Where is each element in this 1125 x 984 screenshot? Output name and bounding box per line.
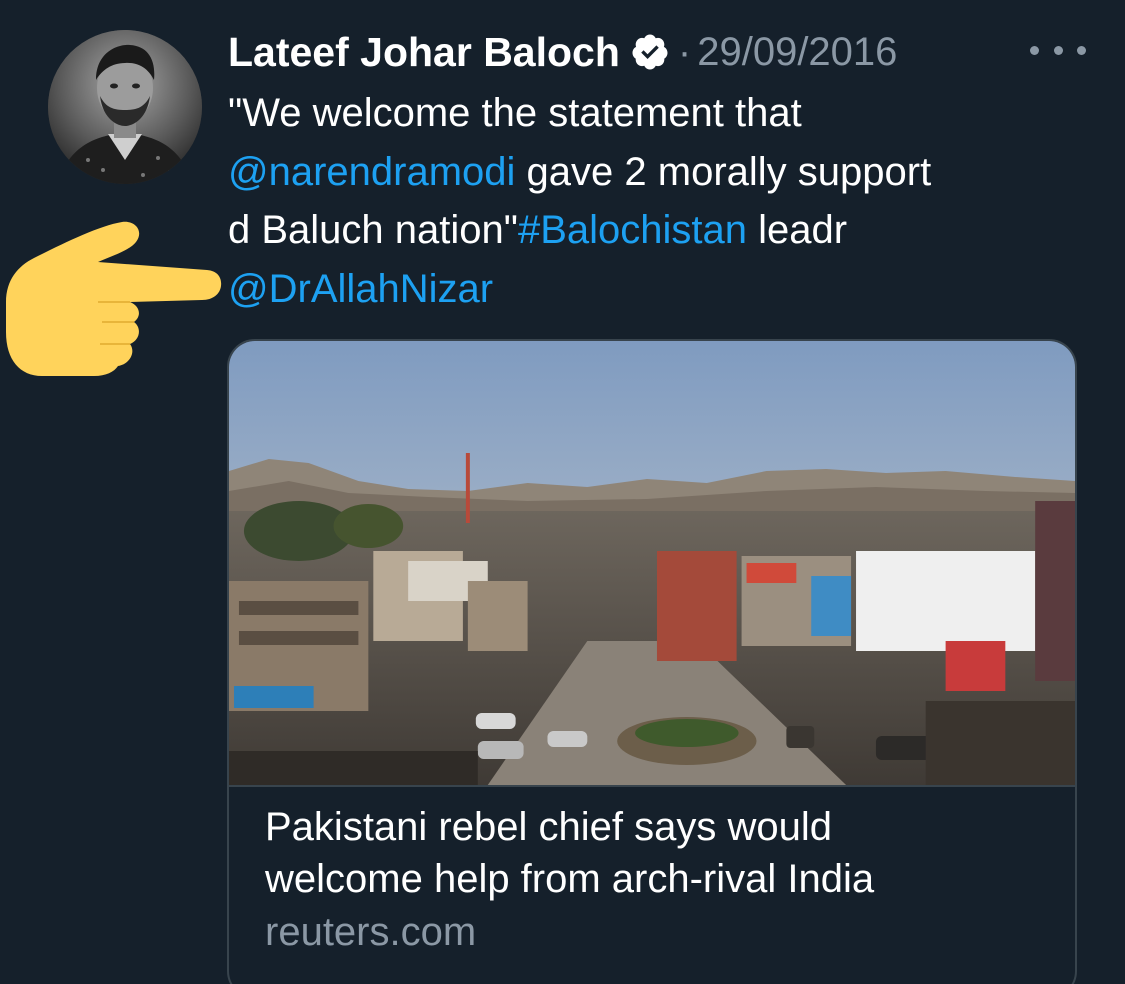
- card-image: [229, 341, 1075, 787]
- tweet-text-segment: "We welcome the statement that: [228, 91, 802, 135]
- tweet-text: "We welcome the statement that @narendra…: [228, 84, 1098, 318]
- more-dot: [1030, 45, 1039, 55]
- pointing-hand-icon: [2, 220, 222, 380]
- card-title: Pakistani rebel chief says would welcome…: [265, 801, 1041, 905]
- tweet-text-segment: d Baluch nation": [228, 208, 518, 252]
- avatar[interactable]: [48, 30, 202, 184]
- hashtag-link[interactable]: #Balochistan: [518, 208, 747, 252]
- more-dot: [1053, 45, 1063, 55]
- mention-link[interactable]: @narendramodi: [228, 150, 515, 194]
- card-title-line: Pakistani rebel chief says would: [265, 805, 832, 849]
- tweet-text-line: @DrAllahNizar: [228, 260, 1098, 319]
- card-domain: reuters.com: [265, 910, 477, 954]
- author-name[interactable]: Lateef Johar Baloch: [228, 29, 620, 76]
- tweet-text-line: "We welcome the statement that: [228, 84, 1098, 143]
- card-body: Pakistani rebel chief says would welcome…: [229, 787, 1075, 959]
- tweet-text-line: @narendramodi gave 2 morally support: [228, 143, 1098, 202]
- tweet-date[interactable]: 29/09/2016: [697, 30, 897, 75]
- avatar-photo: [48, 30, 202, 184]
- tweet-text-segment: gave 2 morally support: [515, 149, 932, 194]
- verified-badge-icon: [630, 32, 670, 72]
- separator-dot: ·: [677, 29, 692, 74]
- tweet-text-segment: leadr: [747, 208, 848, 252]
- card-title-line: welcome help from arch-rival India: [265, 857, 875, 901]
- tweet-text-line: d Baluch nation"#Balochistan leadr: [228, 201, 1098, 260]
- more-options-icon[interactable]: [1030, 30, 1086, 70]
- tweet: Lateef Johar Baloch · 29/09/2016 "We wel…: [0, 0, 1125, 984]
- tweet-header: Lateef Johar Baloch · 29/09/2016: [228, 24, 897, 80]
- mention-link[interactable]: @DrAllahNizar: [228, 267, 493, 311]
- more-dot: [1077, 45, 1086, 55]
- link-card[interactable]: Pakistani rebel chief says would welcome…: [227, 339, 1077, 984]
